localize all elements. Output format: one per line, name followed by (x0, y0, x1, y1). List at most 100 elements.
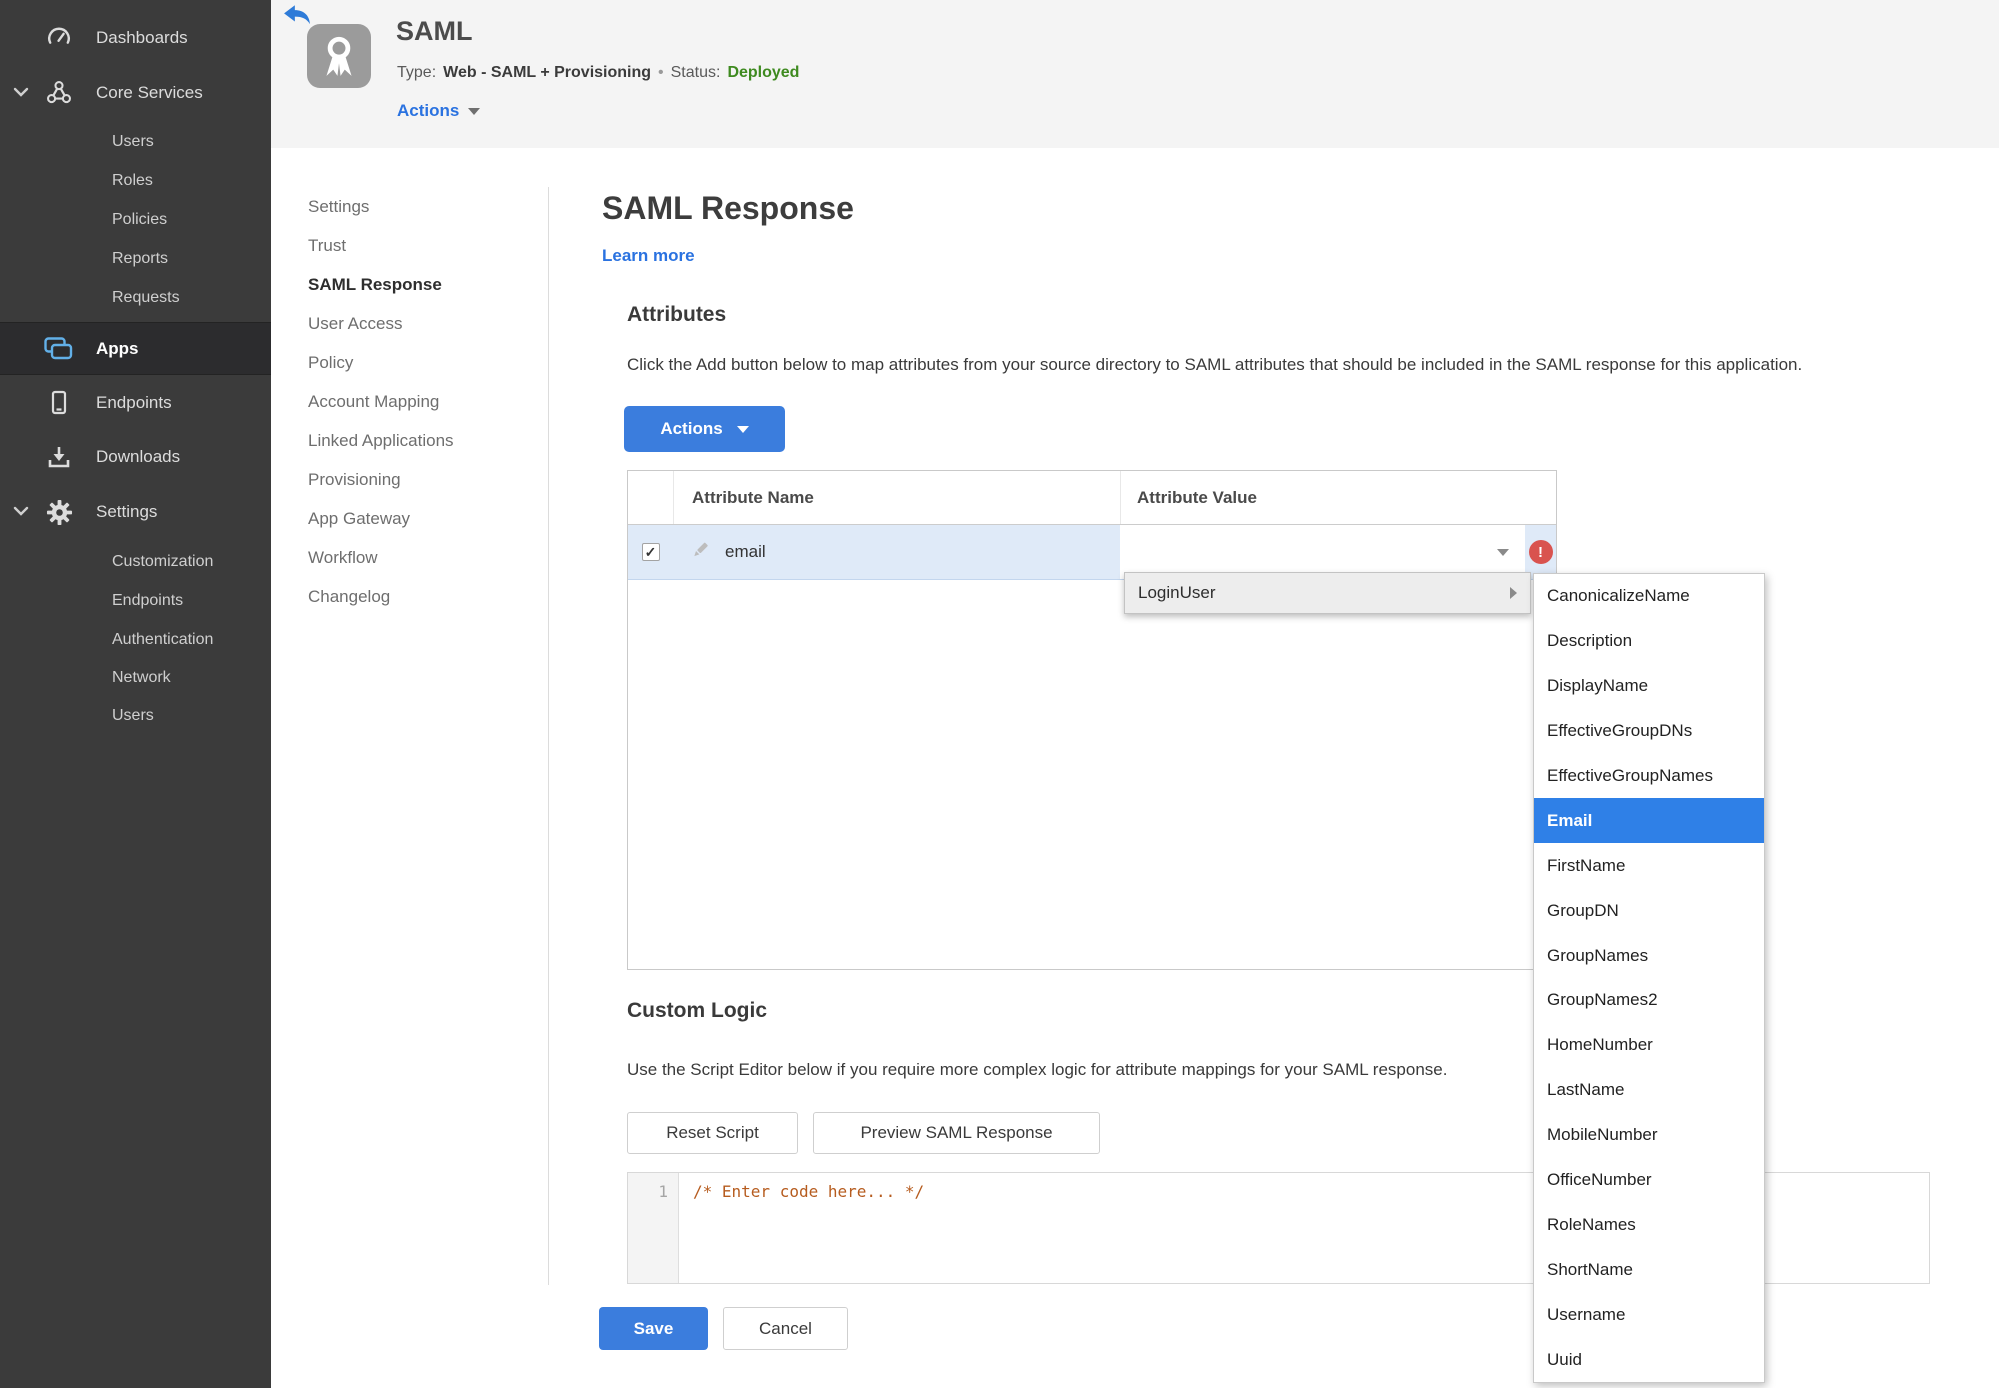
chevron-down-icon (468, 107, 481, 115)
subnav-item-policy[interactable]: Policy (308, 343, 548, 382)
submenu-item-lastname[interactable]: LastName (1534, 1068, 1764, 1113)
sidebar-item-settings-endpoints[interactable]: Endpoints (0, 581, 271, 620)
sidebar-item-settings[interactable]: Settings (0, 490, 271, 534)
error-icon: ! (1528, 540, 1553, 564)
subnav-item-settings[interactable]: Settings (308, 187, 548, 226)
attributes-heading: Attributes (627, 303, 727, 326)
submenu-item-effectivegroupnames[interactable]: EffectiveGroupNames (1534, 754, 1764, 799)
subnav-item-changelog[interactable]: Changelog (308, 577, 548, 616)
submenu-item-canonicalizename[interactable]: CanonicalizeName (1534, 574, 1764, 619)
subnav-item-app-gateway[interactable]: App Gateway (308, 499, 548, 538)
submenu-item-displayname[interactable]: DisplayName (1534, 664, 1764, 709)
submenu-item-mobilenumber[interactable]: MobileNumber (1534, 1113, 1764, 1158)
submenu-item-homenumber[interactable]: HomeNumber (1534, 1023, 1764, 1068)
row-checkbox[interactable]: ✓ (641, 543, 660, 561)
sidebar-item-label: Users (112, 706, 154, 724)
submenu-item-email[interactable]: Email (1534, 798, 1764, 844)
submenu-label: Description (1547, 631, 1633, 651)
sidebar-item-network[interactable]: Network (0, 658, 271, 697)
sidebar-item-customization[interactable]: Customization (0, 542, 271, 581)
submenu-item-firstname[interactable]: FirstName (1534, 843, 1764, 888)
submenu-item-officenumber[interactable]: OfficeNumber (1534, 1158, 1764, 1203)
sidebar-item-label: Endpoints (112, 591, 184, 609)
submenu-item-groupnames2[interactable]: GroupNames2 (1534, 978, 1764, 1023)
sidebar-item-core-services[interactable]: Core Services (0, 71, 271, 115)
subnav-label: User Access (308, 313, 403, 333)
preview-saml-response-button[interactable]: Preview SAML Response (813, 1112, 1100, 1154)
subnav-item-saml-response[interactable]: SAML Response (308, 265, 548, 304)
gauge-icon (44, 25, 74, 51)
subnav-item-account-mapping[interactable]: Account Mapping (308, 382, 548, 421)
submenu-item-groupnames[interactable]: GroupNames (1534, 933, 1764, 978)
chevron-down-icon (13, 83, 29, 103)
attribute-value-combobox[interactable] (1120, 525, 1525, 579)
submenu-item-username[interactable]: Username (1534, 1292, 1764, 1337)
cancel-button[interactable]: Cancel (723, 1307, 848, 1350)
subnav-item-workflow[interactable]: Workflow (308, 538, 548, 577)
subnav-label: Linked Applications (308, 430, 454, 450)
subnav-label: Settings (308, 196, 370, 216)
reset-script-button[interactable]: Reset Script (627, 1112, 798, 1154)
sidebar-item-authentication[interactable]: Authentication (0, 620, 271, 659)
submenu-label: GroupNames (1547, 945, 1649, 965)
attribute-name-cell[interactable]: email (673, 525, 1120, 579)
loginuser-label: LoginUser (1138, 583, 1216, 602)
sidebar-item-label: Authentication (112, 630, 214, 648)
apps-icon (44, 336, 74, 361)
submenu-label: Email (1547, 810, 1593, 830)
status-label: Status: (670, 64, 721, 81)
status-badge: Deployed (727, 64, 800, 81)
subnav-label: Workflow (308, 547, 378, 567)
back-arrow-icon[interactable] (283, 4, 311, 31)
sidebar-item-users[interactable]: Users (0, 122, 271, 161)
sidebar-item-settings-users[interactable]: Users (0, 696, 271, 735)
sidebar-item-roles[interactable]: Roles (0, 161, 271, 200)
sidebar-item-endpoints[interactable]: Endpoints (0, 381, 271, 425)
save-button[interactable]: Save (599, 1307, 708, 1350)
sidebar-item-downloads[interactable]: Downloads (0, 435, 271, 479)
sidebar-item-label: Dashboards (96, 28, 188, 47)
submenu-item-description[interactable]: Description (1534, 619, 1764, 664)
app-header: SAML Type: Web - SAML + Provisioning • S… (271, 0, 1999, 148)
download-icon (44, 445, 74, 469)
subnav-item-provisioning[interactable]: Provisioning (308, 460, 548, 499)
submenu-label: LastName (1547, 1080, 1625, 1100)
subnav-item-trust[interactable]: Trust (308, 226, 548, 265)
submenu-label: EffectiveGroupNames (1547, 766, 1713, 785)
core-services-icon (44, 80, 74, 106)
subnav-item-linked-applications[interactable]: Linked Applications (308, 421, 548, 460)
subnav-label: Account Mapping (308, 391, 440, 411)
sidebar-item-label: Endpoints (96, 393, 172, 412)
submenu-item-rolenames[interactable]: RoleNames (1534, 1202, 1764, 1247)
reset-script-label: Reset Script (666, 1123, 759, 1142)
separator-dot: • (658, 64, 664, 81)
subnav-label: App Gateway (308, 508, 411, 528)
submenu-label: RoleNames (1547, 1214, 1636, 1234)
subnav-label: Trust (308, 235, 347, 255)
attribute-value-menu-item-loginuser[interactable]: LoginUser (1124, 572, 1531, 614)
chevron-down-icon (13, 502, 29, 522)
sidebar-item-requests[interactable]: Requests (0, 278, 271, 317)
learn-more-link[interactable]: Learn more (602, 246, 695, 266)
sidebar-item-label: Reports (112, 249, 169, 267)
subnav-item-user-access[interactable]: User Access (308, 304, 548, 343)
sidebar-item-dashboards[interactable]: Dashboards (0, 16, 271, 60)
custom-logic-heading: Custom Logic (627, 999, 767, 1022)
submenu-item-shortname[interactable]: ShortName (1534, 1247, 1764, 1292)
gear-icon (44, 499, 74, 526)
chevron-down-icon (736, 425, 749, 433)
attributes-actions-button[interactable]: Actions (624, 406, 785, 452)
saml-app-icon (307, 24, 371, 88)
attribute-name-value: email (725, 542, 766, 561)
submenu-item-uuid[interactable]: Uuid (1534, 1337, 1764, 1382)
submenu-item-groupdn[interactable]: GroupDN (1534, 888, 1764, 933)
attributes-description: Click the Add button below to map attrib… (627, 355, 1803, 374)
header-actions-menu[interactable]: Actions (397, 101, 481, 121)
sidebar-item-apps[interactable]: Apps (0, 322, 271, 375)
select-all-column (628, 471, 673, 524)
sidebar-item-policies[interactable]: Policies (0, 200, 271, 239)
submenu-item-effectivegroupdns[interactable]: EffectiveGroupDNs (1534, 709, 1764, 754)
submenu-label: OfficeNumber (1547, 1170, 1652, 1190)
subnav-label: Provisioning (308, 469, 401, 489)
sidebar-item-reports[interactable]: Reports (0, 239, 271, 278)
